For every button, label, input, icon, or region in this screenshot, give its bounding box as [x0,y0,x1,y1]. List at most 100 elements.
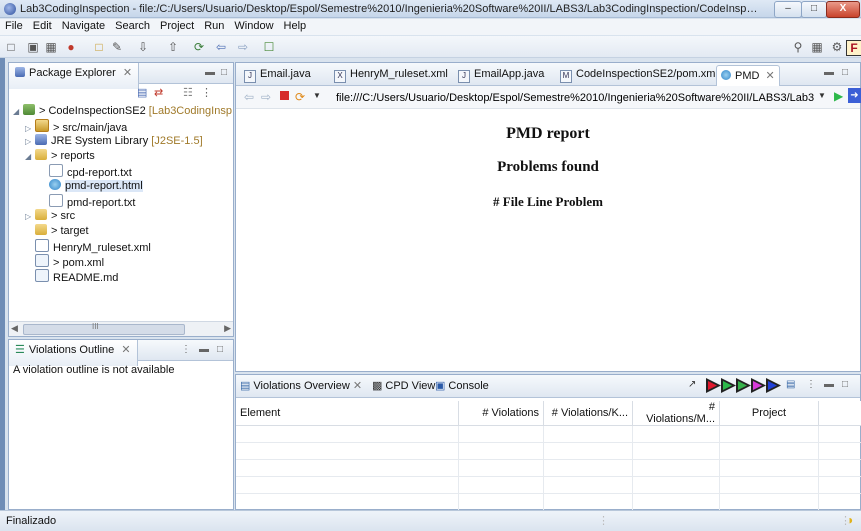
minimize-view-icon[interactable]: ▬ [824,379,834,390]
expand-icon[interactable]: ↗ [688,379,696,390]
tree-item[interactable]: > pom.xml [35,254,104,269]
scroll-right-icon[interactable]: ▶ [224,323,231,334]
maximize-view-icon[interactable]: □ [842,67,848,78]
last-edit-icon[interactable]: ⟳ [192,40,206,54]
tree-item-selected[interactable]: pmd-report.html [49,179,143,194]
priority-1-filter-icon[interactable] [706,378,721,393]
tree-project[interactable]: ◢ > CodeInspectionSE2 [Lab3CodingInsp [13,104,232,119]
expanded-arrow-icon[interactable]: ◢ [25,149,35,164]
tree-item[interactable]: ▷ > src/main/java [25,119,127,134]
java-perspective-icon[interactable]: ⚙ [830,40,844,54]
tree-item[interactable]: ▷ JRE System Library [J2SE-1.5] [25,134,203,149]
tab-violations-overview[interactable]: ▤ Violations Overview ✕ [240,379,362,392]
chevron-down-icon[interactable]: ▼ [313,91,321,100]
text-file-icon [49,164,63,177]
table-row[interactable] [236,442,861,460]
package-explorer-tab[interactable]: Package Explorer ✕ [9,63,140,89]
column-project[interactable]: Project [719,401,819,426]
collapsed-arrow-icon[interactable]: ▷ [25,134,35,149]
save-icon[interactable]: ▣ [26,40,40,54]
menu-window[interactable]: Window [229,19,278,33]
priority-4-filter-icon[interactable] [751,378,766,393]
lightbulb-icon[interactable]: ◑ [846,513,853,527]
collapse-all-icon[interactable]: ▤ [137,86,147,99]
minimize-button[interactable]: – [774,1,802,18]
open-perspective-icon[interactable]: ▦ [810,40,824,54]
violations-outline-tab[interactable]: ☰ Violations Outline ✕ [9,340,138,366]
prev-annotation-icon[interactable]: ⇧ [166,40,180,54]
link-editor-icon[interactable]: ⇄ [154,86,163,99]
view-menu-icon[interactable]: ⋮ [806,379,816,390]
maximize-button[interactable]: □ [801,1,827,18]
minimize-view-icon[interactable]: ▬ [205,67,215,78]
priority-2-filter-icon[interactable] [721,378,736,393]
tree-item[interactable]: pmd-report.txt [49,194,135,209]
next-annotation-icon[interactable]: ⇩ [136,40,150,54]
debug-icon[interactable]: ● [64,40,78,54]
refresh-icon[interactable]: ⟳ [295,90,305,104]
close-icon[interactable]: ✕ [123,67,132,79]
menu-help[interactable]: Help [279,19,312,33]
tab-cpd-view[interactable]: ▩ CPD View [372,379,435,392]
table-row[interactable] [236,425,861,443]
column-violations-per-kloc[interactable]: # Violations/K... [543,401,633,426]
open-external-icon[interactable]: ➜ [848,88,861,103]
minimize-view-icon[interactable]: ▬ [199,344,209,355]
tree-item[interactable]: HenryM_ruleset.xml [35,239,151,254]
scroll-left-icon[interactable]: ◀ [11,323,18,334]
url-history-chevron-icon[interactable]: ▼ [818,91,826,100]
collapse-all-icon[interactable]: ▤ [786,379,795,390]
view-menu-icon[interactable]: ☷ [183,86,193,99]
column-violations[interactable]: # Violations [458,401,544,426]
browser-back-icon[interactable]: ⇦ [244,90,254,104]
pin-editor-icon[interactable]: ☐ [262,40,276,54]
search-tool-icon[interactable]: ✎ [110,40,124,54]
menu-run[interactable]: Run [199,19,229,33]
close-icon[interactable]: ✕ [353,380,362,392]
back-icon[interactable]: ⇦ [214,40,228,54]
collapsed-arrow-icon[interactable]: ▷ [25,209,35,224]
menu-project[interactable]: Project [155,19,199,33]
pmd-perspective-icon[interactable]: F [846,40,861,56]
menu-edit[interactable]: Edit [28,19,57,33]
maximize-view-icon[interactable]: □ [221,67,227,78]
search-icon[interactable]: ⚲ [791,40,805,54]
tree-item[interactable]: ◢ > reports [25,149,95,164]
tree-item[interactable]: README.md [35,269,118,284]
maximize-view-icon[interactable]: □ [217,344,223,355]
horizontal-scrollbar[interactable]: ◀ III ▶ [9,321,233,336]
close-button[interactable]: X [826,1,860,18]
menu-navigate[interactable]: Navigate [57,19,110,33]
save-all-icon[interactable]: ▦ [44,40,58,54]
forward-icon[interactable]: ⇨ [236,40,250,54]
url-input[interactable] [334,89,816,107]
priority-5-filter-icon[interactable] [766,378,781,393]
globe-icon [721,70,731,80]
maximize-view-icon[interactable]: □ [842,379,848,390]
close-icon[interactable]: ✕ [121,344,130,356]
view-menu-icon[interactable]: ⋮ [181,344,191,355]
tree-item[interactable]: cpd-report.txt [49,164,132,179]
tab-console[interactable]: ▣ Console [435,379,489,392]
browser-forward-icon[interactable]: ⇨ [261,90,271,104]
more-options-icon[interactable]: ⋮ [201,86,212,99]
column-element[interactable]: Element [236,401,459,426]
tree-item[interactable]: ▷ > src [25,209,75,224]
table-row[interactable] [236,493,861,511]
column-violations-per-method[interactable]: # Violations/M... [632,401,720,426]
table-row[interactable] [236,476,861,494]
stop-icon[interactable] [280,91,289,100]
tree-item[interactable]: > target [35,224,89,239]
close-icon[interactable]: ✕ [765,70,774,82]
go-icon[interactable]: ▶ [834,89,843,103]
menu-search[interactable]: Search [110,19,155,33]
menu-file[interactable]: File [0,19,28,33]
scrollbar-thumb[interactable]: III [23,322,185,335]
expanded-arrow-icon[interactable]: ◢ [13,104,23,119]
minimize-view-icon[interactable]: ▬ [824,67,834,78]
new-icon[interactable]: □ [4,40,18,54]
tree-item-label: HenryM_ruleset.xml [53,242,151,254]
table-row[interactable] [236,459,861,477]
priority-3-filter-icon[interactable] [736,378,751,393]
open-type-icon[interactable]: □ [92,40,106,54]
